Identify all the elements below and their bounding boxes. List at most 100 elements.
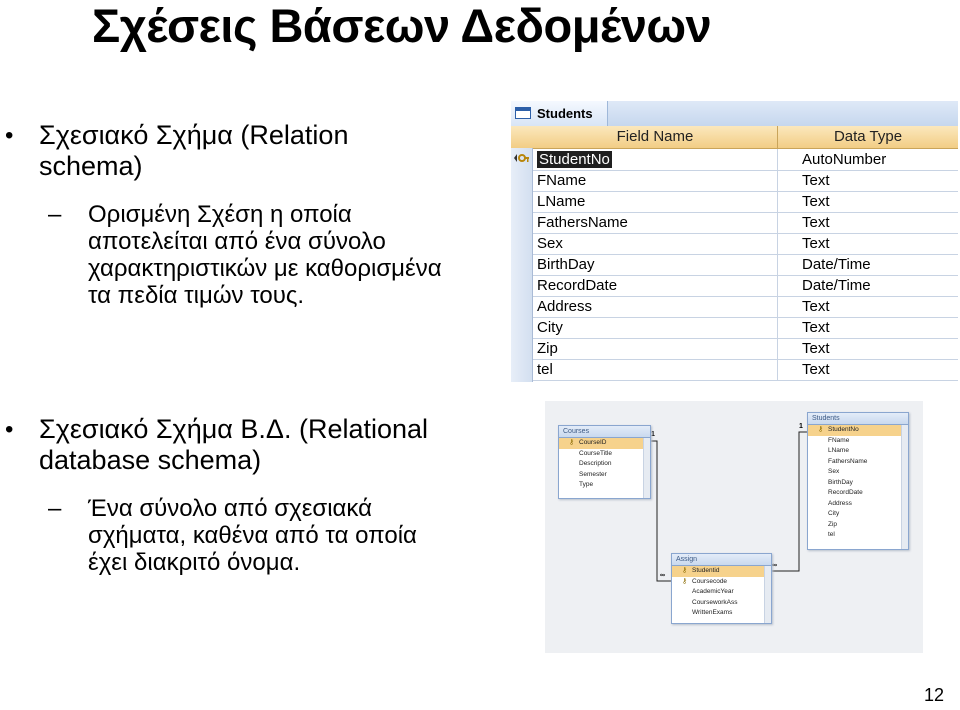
field-item[interactable]: ⚷ Studentid <box>672 566 771 577</box>
field-name-cell[interactable]: tel <box>537 359 773 380</box>
design-row[interactable]: BirthDay Date/Time <box>533 254 958 276</box>
design-row[interactable]: Zip Text <box>533 338 958 360</box>
field-label: CourseID <box>579 439 607 446</box>
column-divider <box>777 317 778 338</box>
column-divider <box>777 296 778 317</box>
data-type-cell[interactable]: Text <box>802 233 830 254</box>
table-title[interactable]: Students <box>808 413 908 425</box>
field-name-cell[interactable]: City <box>537 317 773 338</box>
data-type-cell[interactable]: Date/Time <box>802 275 871 296</box>
design-row[interactable]: LName Text <box>533 191 958 213</box>
field-item[interactable]: tel <box>808 530 908 541</box>
data-type-cell[interactable]: Text <box>802 212 830 233</box>
field-name-text: Address <box>537 298 593 315</box>
field-label: CourseTitle <box>579 449 612 457</box>
key-icon: ⚷ <box>682 577 688 585</box>
field-item[interactable]: ⚷ StudentNo <box>808 425 908 436</box>
students-table[interactable]: Students ⚷ StudentNo FName LName FathersName… <box>807 412 909 550</box>
field-name-cell[interactable]: FName <box>537 170 773 191</box>
design-row[interactable]: Sex Text <box>533 233 958 255</box>
field-label: LName <box>828 447 849 454</box>
design-row[interactable]: StudentNo AutoNumber <box>533 149 958 171</box>
field-name-cell[interactable]: LName <box>537 191 773 212</box>
field-item[interactable]: Description <box>559 459 650 470</box>
field-item[interactable]: BirthDay <box>808 478 908 489</box>
data-type-cell[interactable]: AutoNumber <box>802 149 886 170</box>
field-item[interactable]: Address <box>808 499 908 510</box>
page-number: 12 <box>923 685 944 705</box>
primary-key-icon <box>514 154 529 162</box>
design-row[interactable]: RecordDate Date/Time <box>533 275 958 297</box>
field-item[interactable]: CourseworkAss <box>672 598 771 609</box>
relation-line-students-assign <box>771 431 807 572</box>
courses-table[interactable]: Courses ⚷ CourseID CourseTitle Description S… <box>558 425 651 499</box>
field-item[interactable]: WrittenExams <box>672 608 771 619</box>
field-label: BirthDay <box>828 478 853 486</box>
tab-students[interactable]: Students <box>511 101 608 126</box>
sub-bullet-text: Ένα σύνολο από σχεσιακά σχήματα, καθένα … <box>88 495 417 576</box>
field-item[interactable]: Sex <box>808 467 908 478</box>
field-item[interactable]: City <box>808 509 908 520</box>
dash-icon: – <box>48 201 62 228</box>
data-type-cell[interactable]: Text <box>802 191 830 212</box>
field-item[interactable]: Semester <box>559 470 650 481</box>
field-name-cell[interactable]: StudentNo <box>537 149 773 170</box>
field-label: Address <box>828 499 852 507</box>
many-label-assign-right: ∞ <box>772 562 777 569</box>
field-name-cell[interactable]: FathersName <box>537 212 773 233</box>
field-item[interactable]: ⚷ CourseID <box>559 438 650 449</box>
field-label: FathersName <box>828 457 868 465</box>
field-label: RecordDate <box>828 489 863 496</box>
scrollbar[interactable] <box>901 425 908 549</box>
field-name-cell[interactable]: BirthDay <box>537 254 773 275</box>
field-name-cell[interactable]: RecordDate <box>537 275 773 296</box>
data-type-cell[interactable]: Text <box>802 296 830 317</box>
column-divider <box>777 191 778 212</box>
column-divider <box>777 233 778 254</box>
scrollbar[interactable] <box>643 438 650 498</box>
design-row[interactable]: tel Text <box>533 359 958 381</box>
field-label: Semester <box>579 470 607 478</box>
column-divider <box>777 212 778 233</box>
field-item[interactable]: Type <box>559 480 650 491</box>
field-name-text: StudentNo <box>537 151 612 168</box>
field-label: StudentNo <box>828 426 859 433</box>
field-label: CourseworkAss <box>692 598 738 606</box>
field-item[interactable]: FName <box>808 436 908 447</box>
column-header-field-name[interactable]: Field Name <box>533 126 778 148</box>
field-label: AcademicYear <box>692 588 734 595</box>
dash-icon: – <box>48 495 62 522</box>
design-row[interactable]: Address Text <box>533 296 958 318</box>
field-item[interactable]: ⚷ Coursecode <box>672 577 771 588</box>
field-item[interactable]: AcademicYear <box>672 587 771 598</box>
data-type-cell[interactable]: Text <box>802 359 830 380</box>
field-label: City <box>828 510 840 517</box>
column-divider <box>777 254 778 275</box>
assign-table[interactable]: Assign ⚷ Studentid ⚷ Coursecode AcademicYear… <box>671 553 772 624</box>
field-item[interactable]: Zip <box>808 520 908 531</box>
column-header-data-type[interactable]: Data Type <box>778 126 958 148</box>
data-type-cell[interactable]: Text <box>802 170 830 191</box>
field-name-cell[interactable]: Sex <box>537 233 773 254</box>
field-item[interactable]: FathersName <box>808 457 908 468</box>
row-selector-column[interactable] <box>511 148 533 382</box>
field-item[interactable]: RecordDate <box>808 488 908 499</box>
data-type-cell[interactable]: Date/Time <box>802 254 871 275</box>
design-row[interactable]: FName Text <box>533 170 958 192</box>
grid-header: Field Name Data Type <box>511 126 958 149</box>
data-type-cell[interactable]: Text <box>802 338 830 359</box>
field-name-cell[interactable]: Zip <box>537 338 773 359</box>
field-item[interactable]: LName <box>808 446 908 457</box>
field-item[interactable]: CourseTitle <box>559 449 650 460</box>
scrollbar[interactable] <box>764 566 771 623</box>
table-title[interactable]: Courses <box>559 426 650 438</box>
design-row[interactable]: City Text <box>533 317 958 339</box>
design-row[interactable]: FathersName Text <box>533 212 958 234</box>
table-icon <box>515 107 531 119</box>
key-icon: ⚷ <box>818 426 824 433</box>
data-type-cell[interactable]: Text <box>802 317 830 338</box>
field-name-cell[interactable]: Address <box>537 296 773 317</box>
column-divider <box>777 275 778 296</box>
field-name-text: RecordDate <box>537 277 618 294</box>
table-title[interactable]: Assign <box>672 554 771 566</box>
